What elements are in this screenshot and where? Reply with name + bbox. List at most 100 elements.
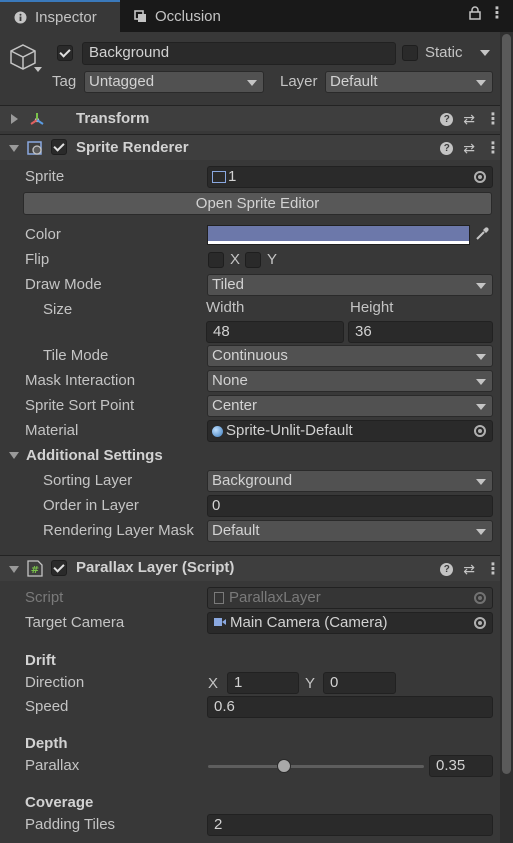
parallax-layer-fold-arrow[interactable] [9,566,19,573]
lock-icon[interactable] [469,6,481,24]
presets-icon[interactable]: ⇄ [463,561,475,578]
tile-mode-value: Continuous [212,347,288,364]
transform-title: Transform [76,110,150,127]
sprite-sort-point-value: Center [212,397,258,414]
more-icon[interactable]: ⋮ [489,6,505,24]
sprite-renderer-header[interactable]: Sprite Renderer ? ⇄ ⋮ [0,134,513,160]
transform-fold-arrow[interactable] [11,114,18,124]
object-picker-icon[interactable] [474,171,486,183]
speed-field[interactable]: 0.6 [207,696,493,718]
tab-inspector[interactable]: Inspector [0,0,120,32]
rendering-layer-mask-dropdown[interactable]: Default [207,520,493,542]
width-label: Width [206,299,245,316]
color-field[interactable] [207,225,470,245]
sorting-layer-value: Background [212,472,293,489]
flip-x-checkbox[interactable] [208,252,224,268]
mask-interaction-dropdown[interactable]: None [207,370,493,392]
direction-x-label: X [208,675,219,692]
object-picker-icon[interactable] [474,617,486,629]
padding-tiles-field[interactable]: 2 [207,814,493,836]
svg-text:#: # [31,565,39,576]
color-label: Color [25,226,61,243]
flip-y-label: Y [267,251,278,268]
help-icon[interactable]: ? [440,142,454,155]
direction-x-field[interactable]: 1 [227,672,299,694]
static-checkbox[interactable] [402,45,418,61]
more-icon[interactable]: ⋮ [485,140,501,157]
height-label: Height [350,299,394,316]
scrollbar-thumb[interactable] [502,34,511,774]
gameobject-name-field[interactable]: Background [82,42,396,65]
layer-label: Layer [280,73,318,90]
material-object-field[interactable]: Sprite-Unlit-Default [207,420,493,442]
eyedropper-icon[interactable] [474,226,490,242]
script-icon: # [27,560,43,577]
flip-y-checkbox[interactable] [245,252,261,268]
more-icon[interactable]: ⋮ [485,561,501,578]
padding-tiles-label: Padding Tiles [25,816,116,833]
presets-icon[interactable]: ⇄ [463,111,475,128]
tag-dropdown[interactable]: Untagged [84,71,264,93]
direction-y-label: Y [305,675,316,692]
order-in-layer-value: 0 [212,497,221,514]
coverage-header: Coverage [25,794,94,811]
size-label: Size [43,301,73,318]
occlusion-icon [134,9,147,23]
tab-bar: Inspector Occlusion ⋮ [0,0,513,32]
speed-value: 0.6 [214,698,235,715]
script-label: Script [25,589,64,606]
mask-interaction-value: None [212,372,248,389]
parallax-layer-enabled-checkbox[interactable] [51,560,67,576]
parallax-value: 0.35 [436,757,466,774]
help-icon[interactable]: ? [440,563,454,576]
parallax-layer-header[interactable]: # Parallax Layer (Script) ? ⇄ ⋮ [0,555,513,581]
active-checkbox[interactable] [57,45,73,61]
sorting-layer-label: Sorting Layer [43,472,133,489]
parallax-slider-thumb[interactable] [276,759,291,773]
sprite-sort-point-dropdown[interactable]: Center [207,395,493,417]
sprite-object-field[interactable]: 1 [207,166,493,188]
color-swatch [208,226,469,241]
width-value: 48 [213,323,230,340]
order-in-layer-field[interactable]: 0 [207,495,493,517]
height-field[interactable]: 36 [348,321,493,343]
additional-settings-fold-arrow[interactable] [9,452,19,459]
sprite-renderer-fold-arrow[interactable] [9,145,19,152]
sorting-layer-dropdown[interactable]: Background [207,470,493,492]
additional-settings-header[interactable]: Additional Settings [26,446,163,466]
more-icon[interactable]: ⋮ [485,111,501,128]
layer-value: Default [330,73,378,90]
open-sprite-editor-button[interactable]: Open Sprite Editor [23,192,492,215]
camera-icon [214,613,226,633]
parallax-slider-track[interactable] [208,765,424,768]
help-icon[interactable]: ? [440,113,454,126]
object-picker-icon [474,592,486,604]
width-field[interactable]: 48 [206,321,344,343]
tile-mode-dropdown[interactable]: Continuous [207,345,493,367]
rendering-layer-mask-label: Rendering Layer Mask [43,522,194,539]
layer-dropdown[interactable]: Default [325,71,493,93]
draw-mode-value: Tiled [212,276,244,293]
tab-occlusion[interactable]: Occlusion [120,0,250,32]
material-label: Material [25,422,79,439]
flip-x-label: X [230,251,241,268]
sprite-renderer-icon [26,139,44,157]
target-camera-value: Main Camera (Camera) [230,614,388,631]
direction-y-field[interactable]: 0 [323,672,396,694]
icon-dropdown-caret[interactable] [34,67,42,72]
static-dropdown-caret[interactable] [480,50,490,56]
sprite-renderer-enabled-checkbox[interactable] [51,139,67,155]
direction-x-value: 1 [234,674,243,691]
transform-icon [28,110,46,128]
parallax-value-field[interactable]: 0.35 [429,755,493,777]
open-sprite-editor-label: Open Sprite Editor [195,195,320,212]
presets-icon[interactable]: ⇄ [463,140,475,157]
sprite-value: 1 [228,168,237,185]
script-file-icon [214,592,224,605]
draw-mode-dropdown[interactable]: Tiled [207,274,493,296]
tile-mode-label: Tile Mode [43,347,109,364]
transform-header[interactable]: Transform ? ⇄ ⋮ [0,105,513,131]
target-camera-field[interactable]: Main Camera (Camera) [207,612,493,634]
object-picker-icon[interactable] [474,425,486,437]
padding-tiles-value: 2 [214,816,223,833]
